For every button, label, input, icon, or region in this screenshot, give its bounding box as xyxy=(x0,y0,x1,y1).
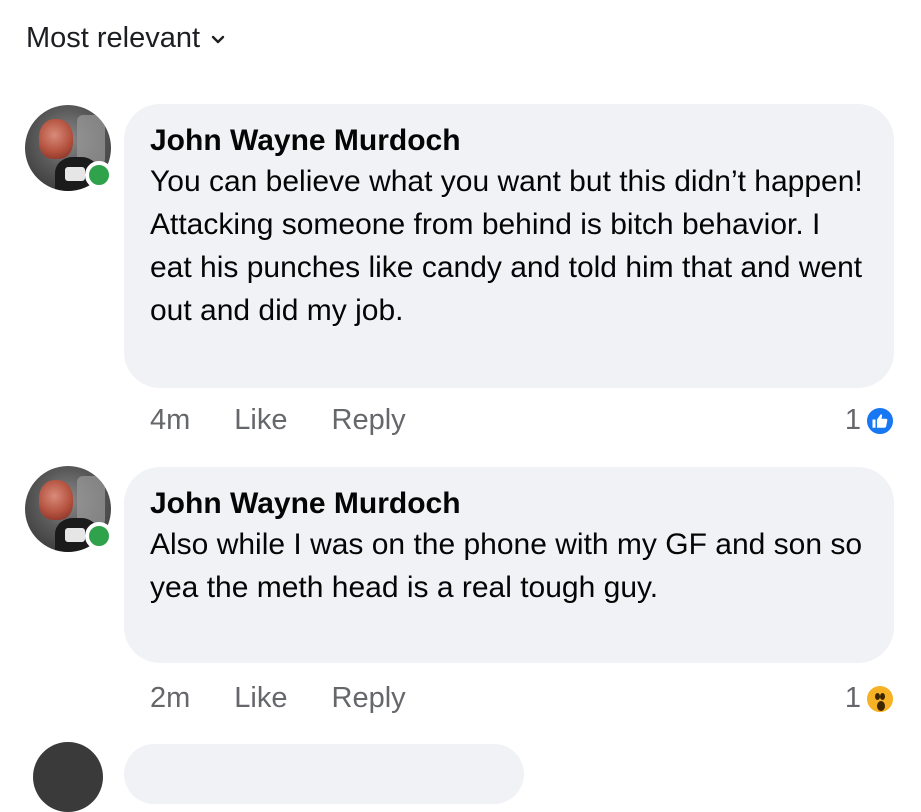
online-status-icon xyxy=(85,522,113,550)
online-status-icon xyxy=(85,161,113,189)
comment-text: Also while I was on the phone with my GF… xyxy=(150,528,871,604)
comment-bubble: John Wayne Murdoch Also while I was on t… xyxy=(124,467,894,663)
like-button[interactable]: Like xyxy=(234,404,287,437)
reaction-count: 1 xyxy=(844,404,861,436)
comment-actions: 2m Like Reply xyxy=(150,682,406,715)
comment-bubble: John Wayne Murdoch You can believe what … xyxy=(124,104,894,388)
reaction-summary[interactable]: 1 xyxy=(845,404,895,437)
reaction-count: 1 xyxy=(844,682,861,714)
comment-author[interactable]: John Wayne Murdoch xyxy=(150,485,866,523)
reply-button[interactable]: Reply xyxy=(332,404,406,437)
sort-dropdown[interactable]: Most relevant xyxy=(26,22,226,55)
comment-timestamp[interactable]: 4m xyxy=(150,404,190,437)
like-icon xyxy=(865,405,895,436)
comment-author[interactable]: John Wayne Murdoch xyxy=(150,122,866,160)
avatar[interactable] xyxy=(25,105,113,191)
comment-bubble xyxy=(124,744,524,804)
sort-label: Most relevant xyxy=(26,22,201,54)
reply-button[interactable]: Reply xyxy=(332,682,406,715)
comment-actions: 4m Like Reply xyxy=(150,404,406,437)
comment-text: You can believe what you want but this d… xyxy=(150,165,871,327)
avatar[interactable] xyxy=(33,742,103,812)
avatar[interactable] xyxy=(25,466,113,552)
chevron-down-icon xyxy=(211,35,225,43)
wow-icon xyxy=(865,683,895,714)
reaction-summary[interactable]: 1 xyxy=(845,682,895,715)
comment-timestamp[interactable]: 2m xyxy=(150,682,190,715)
like-button[interactable]: Like xyxy=(234,682,287,715)
